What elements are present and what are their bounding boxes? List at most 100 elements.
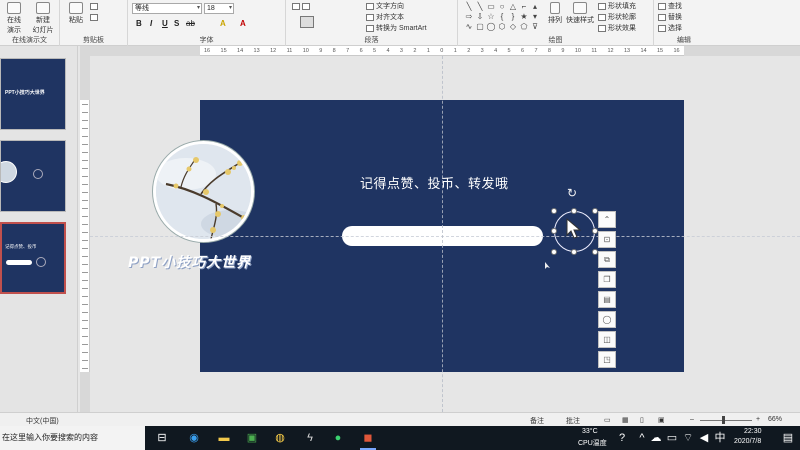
flower-branch-photo[interactable] [153, 141, 254, 242]
shape-icon[interactable]: ⬠ [519, 22, 529, 31]
slide-thumbnail-2[interactable] [0, 140, 66, 212]
resize-handle[interactable] [551, 208, 557, 214]
crop-tool-icon[interactable]: ◫ [598, 331, 616, 348]
shape-icon[interactable]: ◇ [508, 22, 518, 31]
comments-button[interactable]: 批注 [566, 416, 580, 426]
resize-handle[interactable] [571, 208, 577, 214]
vertical-guide[interactable] [442, 56, 443, 412]
font-color-button[interactable]: A [240, 19, 246, 28]
help-icon[interactable]: ? [614, 430, 630, 446]
text-tool-icon[interactable]: ▤ [598, 291, 616, 308]
network-icon[interactable]: ⌔ [680, 430, 696, 446]
circle-tool-icon[interactable]: ◯ [598, 311, 616, 328]
shape-icon[interactable]: ⬡ [497, 22, 507, 31]
zoom-slider[interactable] [700, 420, 752, 421]
convert-smartart-button[interactable]: 转换为 SmartArt [366, 23, 427, 33]
text-direction-button[interactable]: 文字方向 [366, 1, 404, 11]
wechat-icon[interactable]: ● [330, 430, 346, 446]
browser-icon[interactable]: ◍ [272, 430, 288, 446]
line-shape-icon[interactable]: ⌐ [519, 2, 529, 11]
zoom-level[interactable]: 66% [768, 416, 782, 423]
brace-shape-icon[interactable]: } [508, 12, 518, 21]
underline-button[interactable]: U [162, 19, 168, 28]
powerpoint-taskbar-icon[interactable]: ◼ [360, 430, 376, 446]
app-icon[interactable]: ϟ [302, 430, 318, 446]
italic-button[interactable]: I [150, 19, 152, 28]
rect-shape-icon[interactable]: ▢ [475, 22, 485, 31]
align-text-button[interactable]: 对齐文本 [366, 12, 404, 22]
brand-wordart[interactable]: PPT小技巧大世界 [128, 252, 251, 272]
copy-tool-icon[interactable]: ❐ [598, 271, 616, 288]
collapse-tool-icon[interactable]: ⌃ [598, 211, 616, 228]
layout-tool-icon[interactable]: ⊡ [598, 231, 616, 248]
more-shapes-icon[interactable]: ▾ [530, 12, 540, 21]
zoom-in-icon[interactable]: + [756, 416, 760, 423]
font-name-combo[interactable]: 等线 ▾ [132, 3, 202, 14]
slideshow-icon[interactable]: ▣ [658, 416, 665, 424]
shadow-button[interactable]: S [174, 19, 179, 28]
more-shapes-icon[interactable]: ▴ [530, 2, 540, 11]
file-explorer-icon[interactable]: ▬ [216, 430, 232, 446]
brace-shape-icon[interactable]: { [497, 12, 507, 21]
shape-fill-button[interactable]: 形状填充 [598, 1, 636, 11]
arrow-shape-icon[interactable]: ⇩ [475, 12, 485, 21]
curve-shape-icon[interactable]: ∿ [464, 22, 474, 31]
task-view-icon[interactable]: ⊟ [154, 430, 170, 446]
strikethrough-button[interactable]: ab [186, 19, 195, 28]
duplicate-tool-icon[interactable]: ⧉ [598, 251, 616, 268]
clock-time[interactable]: 22:30 [744, 428, 762, 435]
new-slide-button[interactable]: 新建 幻灯片 [28, 2, 58, 35]
select-button[interactable]: 选择 [658, 23, 682, 33]
cut-button[interactable] [90, 3, 100, 10]
slide-thumbnail-1[interactable]: PPT小技巧大世界 [0, 58, 66, 130]
clock-date[interactable]: 2020/7/8 [734, 438, 761, 445]
star-shape-icon[interactable]: ★ [519, 12, 529, 21]
taskbar-search-box[interactable]: 在这里输入你要搜索的内容 [0, 426, 145, 450]
shapes-gallery[interactable]: ╲ ╲ ▭ ○ △ ⌐ ▴ ⇨ ⇩ ☆{} ★ ▾ ∿ ▢ ◯ ⬡ ◇ ⬠ ⊽ [464, 2, 540, 32]
quick-styles-button[interactable]: 快速样式 [566, 2, 594, 25]
notes-button[interactable]: 备注 [530, 416, 544, 426]
triangle-shape-icon[interactable]: △ [508, 2, 518, 11]
oval-shape-icon[interactable]: ○ [497, 2, 507, 11]
cloud-icon[interactable]: ☁ [648, 430, 664, 446]
slide-thumbnail-3[interactable]: 记得点赞、投币 [0, 222, 66, 294]
copy-button[interactable] [90, 14, 100, 21]
resize-handle[interactable] [551, 228, 557, 234]
store-icon[interactable]: ▣ [244, 430, 260, 446]
find-button[interactable]: 查找 [658, 1, 682, 11]
horizontal-guide[interactable] [90, 236, 800, 237]
font-size-combo[interactable]: 18 ▾ [204, 3, 234, 14]
line-shape-icon[interactable]: ╲ [475, 2, 485, 11]
resize-tool-icon[interactable]: ◳ [598, 351, 616, 368]
edge-browser-icon[interactable]: ◉ [186, 430, 202, 446]
language-indicator[interactable]: 中文(中国) [26, 416, 59, 426]
arrow-shape-icon[interactable]: ⇨ [464, 12, 474, 21]
bold-button[interactable]: B [136, 19, 142, 28]
present-online-button[interactable]: 在线 演示 [2, 2, 26, 35]
zoom-slider-thumb[interactable] [722, 416, 725, 424]
star-shape-icon[interactable]: ☆ [486, 12, 496, 21]
bullets-button[interactable] [292, 3, 312, 10]
zoom-out-icon[interactable]: – [690, 416, 694, 423]
resize-handle[interactable] [571, 249, 577, 255]
monitor-icon[interactable]: ▭ [664, 430, 680, 446]
rect-shape-icon[interactable]: ▭ [486, 2, 496, 11]
reading-view-icon[interactable]: ▯ [640, 416, 644, 424]
highlight-color-button[interactable]: A [220, 19, 226, 28]
resize-handle[interactable] [551, 249, 557, 255]
normal-view-icon[interactable]: ▭ [604, 416, 611, 424]
arrange-button[interactable]: 排列 [546, 2, 564, 25]
rotate-handle-icon[interactable]: ↻ [567, 186, 577, 200]
volume-icon[interactable]: ◀ [696, 430, 712, 446]
ime-icon[interactable]: 中 [712, 430, 728, 446]
expand-gallery-icon[interactable]: ⊽ [530, 22, 540, 31]
oval-shape-icon[interactable]: ◯ [486, 22, 496, 31]
replace-button[interactable]: 替换 [658, 12, 682, 22]
shape-outline-button[interactable]: 形状轮廓 [598, 12, 636, 22]
notifications-icon[interactable]: ▤ [780, 430, 796, 446]
slide-headline[interactable]: 记得点赞、投币、转发哦 [360, 173, 509, 192]
paste-button[interactable]: 粘贴 [64, 2, 88, 25]
line-shape-icon[interactable]: ╲ [464, 2, 474, 11]
shape-effects-button[interactable]: 形状效果 [598, 23, 636, 33]
align-center-button[interactable] [300, 16, 316, 28]
